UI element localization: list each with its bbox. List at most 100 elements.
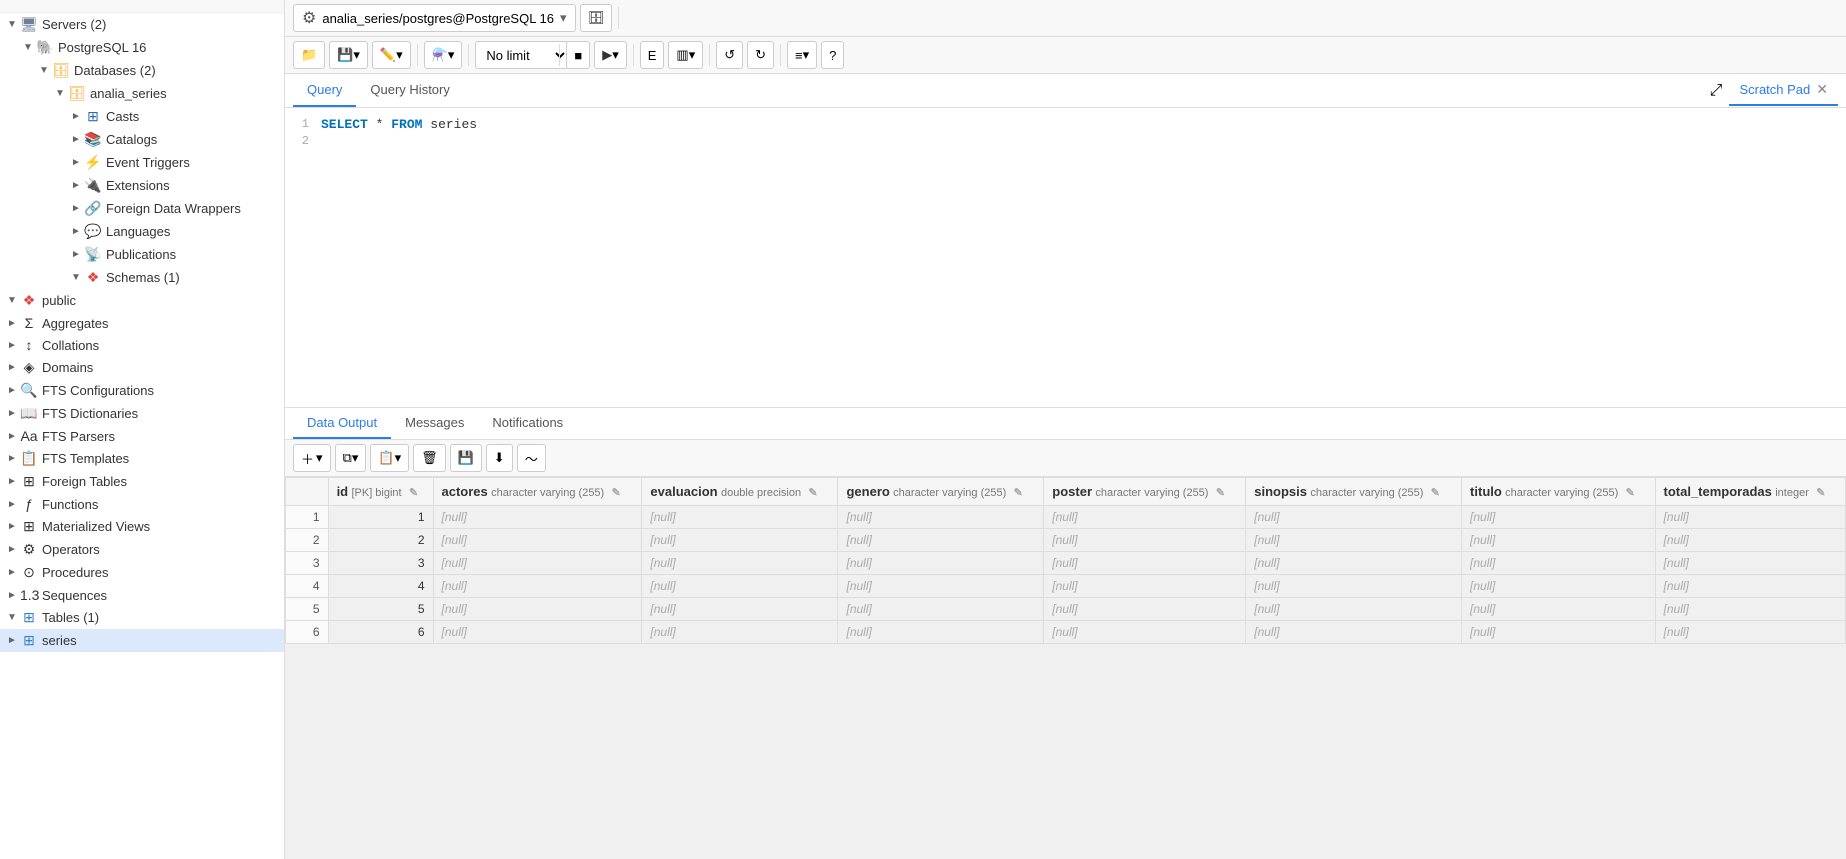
edit-button[interactable]: ✏️ ▾ — [372, 41, 411, 69]
cell-sinopsis-row4[interactable]: [null] — [1246, 575, 1462, 598]
toggle-schemas[interactable]: ▼ — [68, 272, 84, 283]
table-row[interactable]: 11[null][null][null][null][null][null][n… — [286, 506, 1846, 529]
tree-item-collations[interactable]: ►↕Collations — [0, 334, 284, 356]
cell-evaluacion-row2[interactable]: [null] — [642, 529, 838, 552]
db-selector-button[interactable]: 🗄 — [580, 4, 613, 32]
toggle-domains[interactable]: ► — [4, 362, 20, 373]
cell-sinopsis-row3[interactable]: [null] — [1246, 552, 1462, 575]
commit-button[interactable]: ↺ — [716, 41, 743, 69]
cell-sinopsis-row2[interactable]: [null] — [1246, 529, 1462, 552]
table-row[interactable]: 66[null][null][null][null][null][null][n… — [286, 621, 1846, 644]
rollback-button[interactable]: ↻ — [747, 41, 774, 69]
tab-data-output[interactable]: Data Output — [293, 408, 391, 439]
toggle-procedures[interactable]: ► — [4, 567, 20, 578]
tree-item-publications[interactable]: ►📡Publications — [0, 243, 284, 266]
help-button[interactable]: ? — [821, 41, 844, 69]
add-row-dropdown[interactable]: ▾ — [316, 450, 323, 466]
toggle-collations[interactable]: ► — [4, 340, 20, 351]
tab-query-history[interactable]: Query History — [356, 74, 463, 107]
save-dropdown-icon[interactable]: ▾ — [353, 47, 360, 63]
cell-genero-row3[interactable]: [null] — [838, 552, 1044, 575]
cell-id-row4[interactable]: 4 — [328, 575, 433, 598]
col-edit-actores[interactable]: ✎ — [612, 487, 621, 499]
col-edit-titulo[interactable]: ✎ — [1626, 487, 1635, 499]
format-dropdown-icon[interactable]: ▾ — [803, 47, 810, 63]
run-dropdown-icon[interactable]: ▾ — [612, 47, 619, 63]
toggle-casts[interactable]: ► — [68, 111, 84, 122]
table-row[interactable]: 55[null][null][null][null][null][null][n… — [286, 598, 1846, 621]
tree-item-series[interactable]: ►⊞series — [0, 629, 284, 652]
toggle-fts_dicts[interactable]: ► — [4, 408, 20, 419]
delete-rows-button[interactable]: 🗑 — [413, 444, 446, 472]
explain-button[interactable]: E — [640, 41, 665, 69]
toggle-aggregates[interactable]: ► — [4, 318, 20, 329]
explain-analyze-button[interactable]: ▥ ▾ — [668, 41, 703, 69]
tree-item-servers[interactable]: ▼🖥Servers (2) — [0, 13, 284, 36]
cell-genero-row1[interactable]: [null] — [838, 506, 1044, 529]
format-button[interactable]: ≡ ▾ — [787, 41, 817, 69]
cell-titulo-row5[interactable]: [null] — [1462, 598, 1655, 621]
cell-evaluacion-row6[interactable]: [null] — [642, 621, 838, 644]
tree-item-pg16[interactable]: ▼🐘PostgreSQL 16 — [0, 36, 284, 59]
cell-genero-row5[interactable]: [null] — [838, 598, 1044, 621]
tree-item-casts[interactable]: ►⊞Casts — [0, 105, 284, 128]
tree-item-aggregates[interactable]: ►ΣAggregates — [0, 312, 284, 334]
table-row[interactable]: 33[null][null][null][null][null][null][n… — [286, 552, 1846, 575]
tree-item-public[interactable]: ▼❖public — [0, 289, 284, 312]
open-file-button[interactable]: 📁 — [293, 41, 325, 69]
cell-total_temporadas-row1[interactable]: [null] — [1655, 506, 1845, 529]
tree-item-extensions[interactable]: ►🔌Extensions — [0, 174, 284, 197]
cell-total_temporadas-row6[interactable]: [null] — [1655, 621, 1845, 644]
cell-total_temporadas-row3[interactable]: [null] — [1655, 552, 1845, 575]
cell-actores-row2[interactable]: [null] — [433, 529, 642, 552]
col-edit-genero[interactable]: ✎ — [1014, 487, 1023, 499]
toggle-fts_configs[interactable]: ► — [4, 385, 20, 396]
tab-notifications[interactable]: Notifications — [478, 408, 577, 439]
tree-item-procedures[interactable]: ►⊙Procedures — [0, 561, 284, 584]
cell-actores-row5[interactable]: [null] — [433, 598, 642, 621]
connection-selector[interactable]: ⚙ analia_series/postgres@PostgreSQL 16 ▾ — [293, 4, 576, 32]
tree-item-tables[interactable]: ▼⊞Tables (1) — [0, 606, 284, 629]
toggle-tables[interactable]: ▼ — [4, 612, 20, 623]
tree-item-sequences[interactable]: ►1.3Sequences — [0, 584, 284, 606]
cell-poster-row6[interactable]: [null] — [1044, 621, 1246, 644]
cell-id-row5[interactable]: 5 — [328, 598, 433, 621]
cell-sinopsis-row1[interactable]: [null] — [1246, 506, 1462, 529]
toggle-fts_parsers[interactable]: ► — [4, 431, 20, 442]
cell-id-row3[interactable]: 3 — [328, 552, 433, 575]
toggle-pg16[interactable]: ▼ — [20, 42, 36, 53]
tree-item-foreign_data_wrappers[interactable]: ►🔗Foreign Data Wrappers — [0, 197, 284, 220]
cell-titulo-row4[interactable]: [null] — [1462, 575, 1655, 598]
tree-item-functions[interactable]: ►ƒFunctions — [0, 493, 284, 515]
explain-dropdown-icon[interactable]: ▾ — [689, 47, 696, 63]
cell-evaluacion-row4[interactable]: [null] — [642, 575, 838, 598]
col-edit-sinopsis[interactable]: ✎ — [1431, 487, 1440, 499]
toggle-publications[interactable]: ► — [68, 249, 84, 260]
col-edit-total-temporadas[interactable]: ✎ — [1816, 487, 1825, 499]
cell-poster-row5[interactable]: [null] — [1044, 598, 1246, 621]
tree-item-event_triggers[interactable]: ►⚡Event Triggers — [0, 151, 284, 174]
tree-item-catalogs[interactable]: ►📚Catalogs — [0, 128, 284, 151]
cell-titulo-row6[interactable]: [null] — [1462, 621, 1655, 644]
col-edit-evaluacion[interactable]: ✎ — [808, 487, 817, 499]
scratch-pad-close[interactable]: ✕ — [1816, 81, 1828, 98]
paste-dropdown[interactable]: ▾ — [395, 450, 402, 466]
download-button[interactable]: ⬇ — [486, 444, 513, 472]
cell-evaluacion-row3[interactable]: [null] — [642, 552, 838, 575]
toggle-catalogs[interactable]: ► — [68, 134, 84, 145]
scratch-pad-tab[interactable]: Scratch Pad ✕ — [1729, 75, 1838, 106]
tree-item-fts_templates[interactable]: ►📋FTS Templates — [0, 447, 284, 470]
cell-genero-row2[interactable]: [null] — [838, 529, 1044, 552]
toggle-public[interactable]: ▼ — [4, 295, 20, 306]
toggle-servers[interactable]: ▼ — [4, 19, 20, 30]
tree-item-schemas[interactable]: ▼❖Schemas (1) — [0, 266, 284, 289]
copy-rows-button[interactable]: ⧉ ▾ — [335, 444, 367, 472]
filter-dropdown-icon[interactable]: ▾ — [448, 47, 455, 63]
cell-poster-row1[interactable]: [null] — [1044, 506, 1246, 529]
cell-id-row2[interactable]: 2 — [328, 529, 433, 552]
cell-sinopsis-row6[interactable]: [null] — [1246, 621, 1462, 644]
expand-editor-button[interactable]: ⤢ — [1703, 77, 1730, 105]
copy-dropdown[interactable]: ▾ — [352, 450, 359, 466]
col-edit-poster[interactable]: ✎ — [1216, 487, 1225, 499]
paste-rows-button[interactable]: 📋 ▾ — [370, 444, 409, 472]
